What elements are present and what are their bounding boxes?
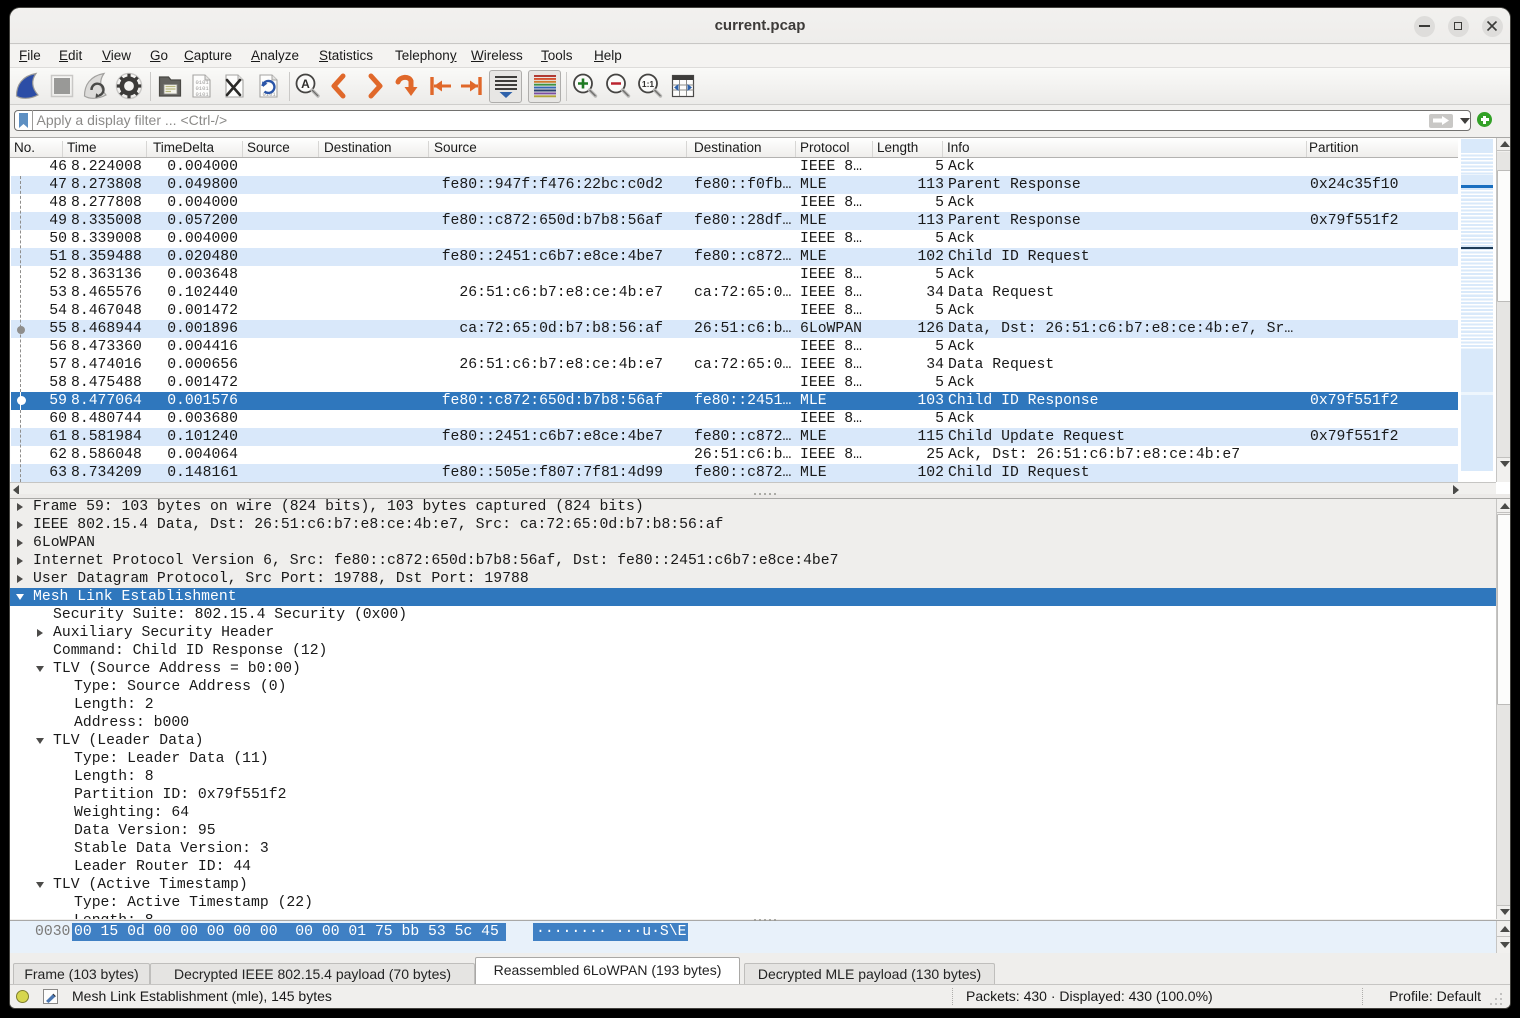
svg-text:A: A — [301, 77, 310, 91]
svg-text:0101: 0101 — [196, 91, 210, 98]
svg-text:1:1: 1:1 — [642, 79, 655, 89]
